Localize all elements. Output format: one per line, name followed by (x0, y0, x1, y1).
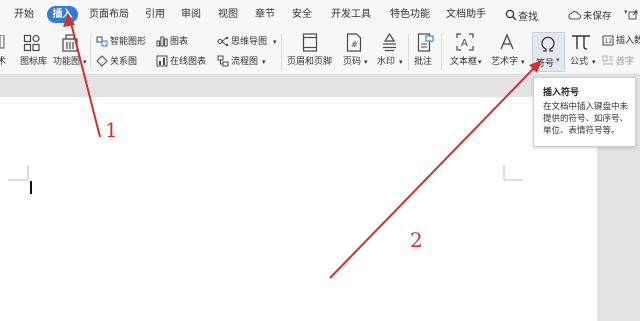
arrow-1-head (63, 13, 75, 27)
annotation-label-2: 2 (410, 228, 423, 252)
annotation-label-1: 1 (105, 118, 118, 142)
arrow-2 (329, 65, 537, 279)
arrow-1 (69, 18, 101, 138)
annotation-arrows (63, 13, 542, 279)
